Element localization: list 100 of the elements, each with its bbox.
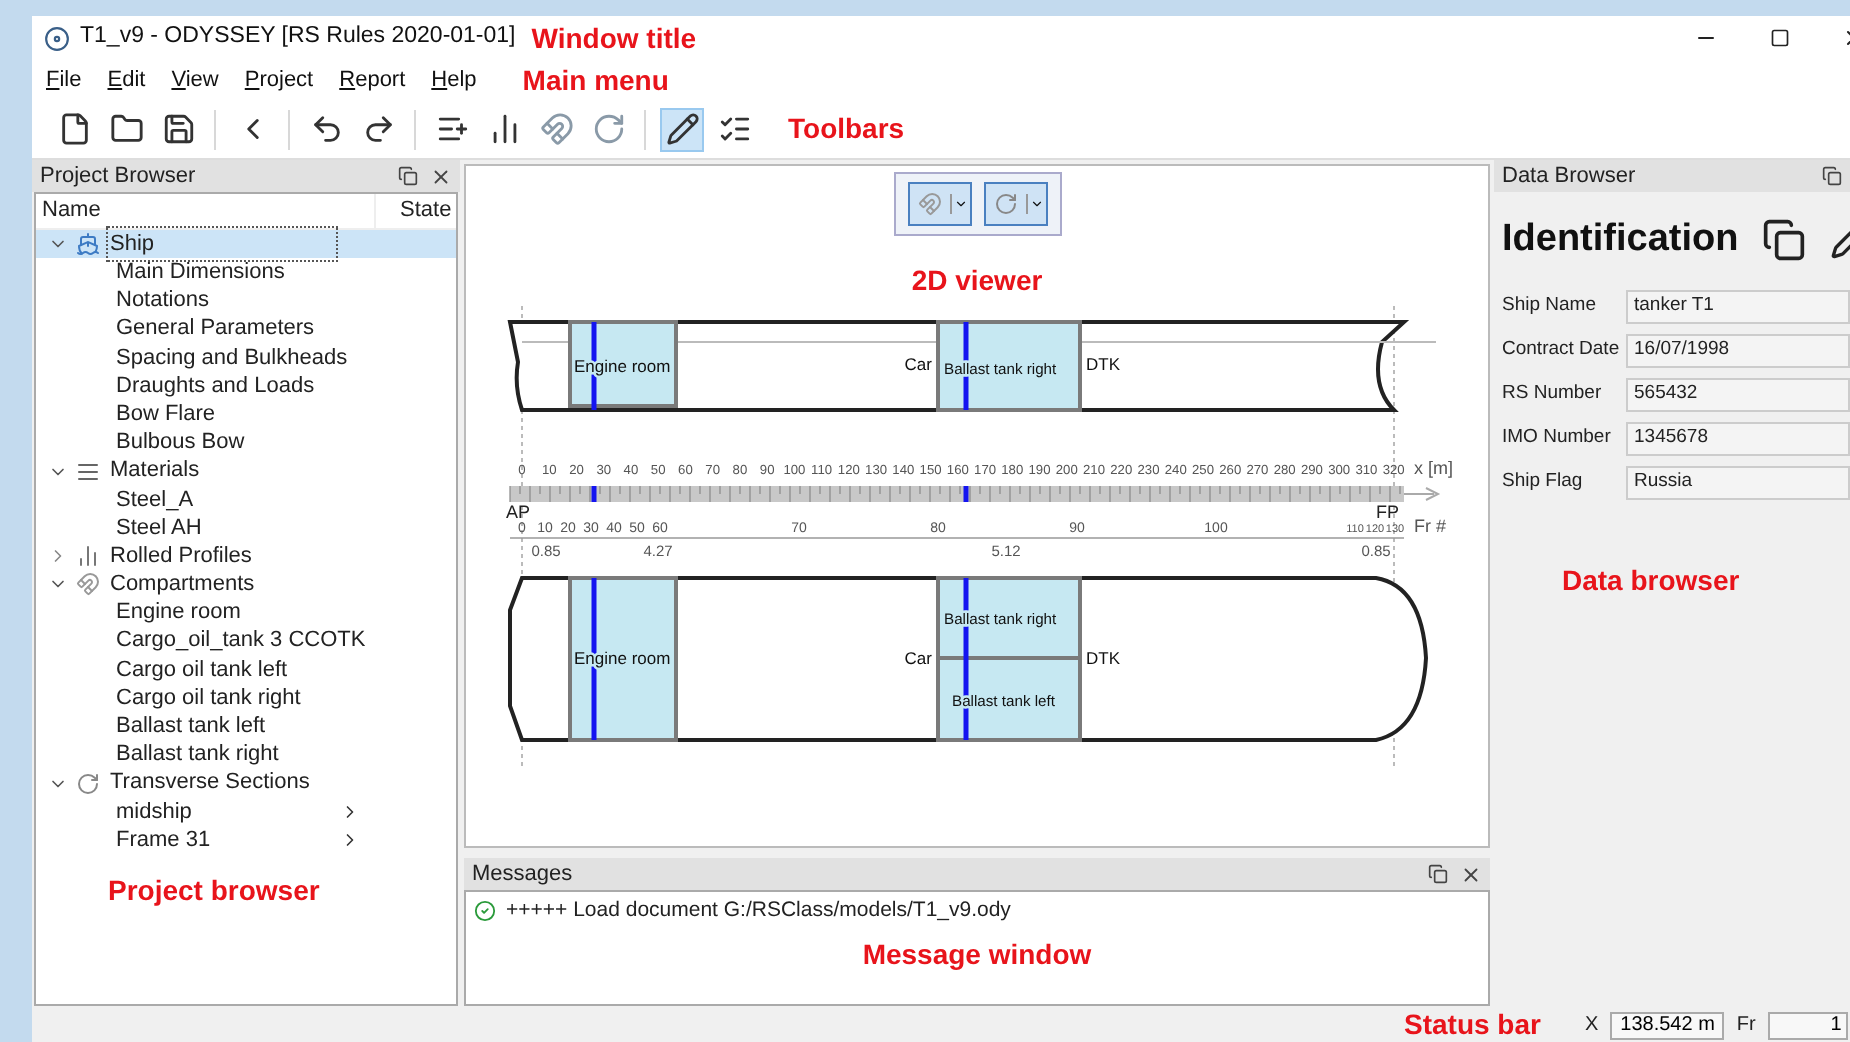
- tree-row[interactable]: Transverse Sections: [36, 769, 456, 798]
- annotation-label: Window title: [531, 19, 697, 57]
- section-heading: Identification: [1502, 216, 1739, 264]
- undock-icon[interactable]: [1428, 864, 1448, 884]
- lines-icon: [76, 459, 100, 484]
- tree-label: Cargo oil tank left: [114, 655, 290, 686]
- tree-row[interactable]: Materials: [36, 457, 456, 486]
- tree-row[interactable]: Bulbous Bow: [36, 428, 456, 457]
- tree-row[interactable]: Ballast tank left: [36, 712, 456, 741]
- tree-row[interactable]: Draughts and Loads: [36, 371, 456, 401]
- field-label: Contract Date: [1502, 335, 1622, 364]
- tree-row[interactable]: Spacing and Bulkheads: [36, 343, 456, 372]
- annotation-label: Message window: [862, 935, 1092, 974]
- folder-icon: [109, 112, 143, 146]
- annotation-label: Main menu: [522, 61, 669, 99]
- tree-row[interactable]: Main Dimensions: [36, 258, 456, 287]
- compartment: [568, 320, 678, 408]
- close-icon[interactable]: [1460, 863, 1482, 885]
- undo-icon: [309, 112, 343, 146]
- status-label: Fr: [1736, 1012, 1756, 1040]
- pencil-icon: [665, 112, 699, 146]
- field-label: IMO Number: [1502, 423, 1613, 452]
- column-header: State: [398, 196, 452, 227]
- tree-label: midship: [114, 797, 194, 828]
- panel-title: Data Browser: [1502, 161, 1638, 192]
- save-icon: [161, 112, 195, 146]
- tree-row[interactable]: Compartments: [36, 570, 456, 599]
- tree-row[interactable]: Cargo oil tank left: [36, 655, 456, 684]
- message-text: +++++ Load document G:/RSClass/models/T1_v9.ody: [506, 896, 1011, 926]
- scale-unit: x [m]: [1414, 458, 1453, 478]
- input-field[interactable]: 565432: [1626, 377, 1850, 411]
- tree-row[interactable]: Steel_A: [36, 485, 456, 514]
- input-field[interactable]: 16/07/1998: [1626, 333, 1850, 367]
- rotate-icon: [591, 112, 625, 146]
- tree-row[interactable]: Frame 31: [36, 825, 456, 855]
- ship-icon: [76, 232, 100, 257]
- field-label: RS Number: [1502, 379, 1604, 408]
- tree-label: Compartments: [108, 570, 257, 601]
- toolbar-button[interactable]: [660, 107, 704, 151]
- maximize-icon[interactable]: [1770, 28, 1790, 48]
- caret-icon: [1025, 194, 1045, 214]
- copy-icon[interactable]: [1762, 218, 1807, 263]
- end-mark-label: AP: [506, 502, 531, 522]
- compartment-label: DTK: [1086, 648, 1120, 668]
- tree-row[interactable]: Cargo oil tank right: [36, 684, 456, 713]
- tree-label: Main Dimensions: [114, 258, 287, 289]
- tree-row[interactable]: Rolled Profiles: [36, 542, 456, 571]
- menu-item[interactable]: File: [46, 63, 82, 97]
- tree-row[interactable]: Steel AH: [36, 513, 456, 543]
- input-field[interactable]: 1345678: [1626, 421, 1850, 455]
- window-title: T1_v9 - ODYSSEY [RS Rules 2020-01-01]: [80, 22, 516, 53]
- close-icon[interactable]: [430, 165, 452, 187]
- success-icon: [474, 900, 496, 923]
- tree-label: Cargo oil tank right: [114, 683, 303, 714]
- checklist-icon: [717, 112, 751, 146]
- tree-label: Materials: [108, 456, 202, 487]
- annotation-label: Toolbars: [788, 110, 905, 148]
- field-label: Ship Flag: [1502, 467, 1585, 496]
- tree-label: Cargo_oil_tank 3 CCOTK: [114, 626, 368, 657]
- tree-label: General Parameters: [114, 314, 317, 345]
- tree-row[interactable]: Engine room: [36, 598, 456, 628]
- menu-item[interactable]: Report: [339, 63, 406, 97]
- tree-label: Spacing and Bulkheads: [114, 343, 350, 374]
- tree-row[interactable]: Bow Flare: [36, 400, 456, 429]
- column-header: Name: [36, 194, 376, 228]
- annotation-label: Data browser: [1562, 561, 1742, 599]
- annotation-label: 2D viewer: [911, 262, 1043, 300]
- tree-row[interactable]: midship: [36, 797, 456, 826]
- caret-icon: [949, 194, 969, 214]
- tree-row[interactable]: Ship: [36, 230, 456, 259]
- tree-row[interactable]: Cargo_oil_tank 3 CCOTK: [36, 627, 456, 656]
- tree-label: Rolled Profiles: [108, 541, 254, 572]
- undock-icon[interactable]: [1822, 166, 1842, 186]
- end-mark-label: FP: [1376, 502, 1400, 522]
- input-field[interactable]: Russia: [1626, 465, 1850, 499]
- tree-label: Ballast tank left: [114, 712, 268, 743]
- menu-item[interactable]: View: [171, 63, 219, 97]
- scale-unit: Fr #: [1414, 516, 1447, 536]
- redo-icon: [361, 112, 395, 146]
- menu-item[interactable]: Help: [431, 63, 477, 97]
- annotation-label: Project browser: [108, 872, 322, 911]
- status-label: X: [1584, 1012, 1599, 1040]
- tree-row[interactable]: Notations: [36, 286, 456, 316]
- undock-icon[interactable]: [398, 166, 418, 186]
- rotate-icon: [76, 771, 100, 796]
- list-plus-icon: [435, 112, 469, 146]
- tree-row[interactable]: Ballast tank right: [36, 740, 456, 770]
- tree-row[interactable]: General Parameters: [36, 315, 456, 344]
- menu-item[interactable]: Edit: [107, 63, 146, 97]
- app-icon: [44, 25, 70, 51]
- input-field[interactable]: tanker T1: [1626, 289, 1850, 323]
- section-marker: [963, 486, 969, 502]
- tree-label: Bow Flare: [114, 399, 218, 430]
- file-icon: [57, 112, 91, 146]
- menu-item[interactable]: Project: [244, 63, 314, 97]
- section-view-button[interactable]: [983, 182, 1047, 226]
- tree-label: Bulbous Bow: [114, 428, 247, 459]
- tree-label: Draughts and Loads: [114, 371, 317, 402]
- tree-label: Ship: [108, 227, 336, 261]
- compartment-view-button[interactable]: [907, 182, 971, 226]
